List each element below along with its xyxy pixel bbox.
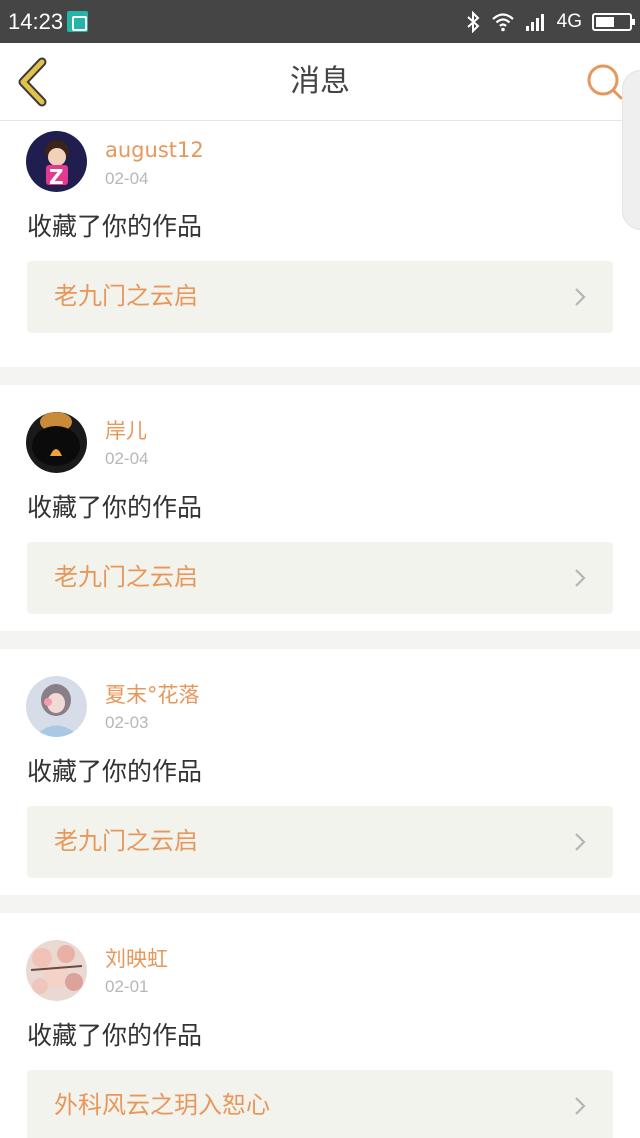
username[interactable]: 岸儿: [105, 418, 147, 444]
divider: [0, 631, 640, 649]
message-date: 02-04: [105, 449, 149, 468]
status-bar: 14:23 4G: [0, 0, 640, 43]
message-card: 岸儿 02-04 收藏了你的作品 老九门之云启: [0, 385, 640, 631]
status-icons: 4G: [465, 8, 635, 36]
avatar[interactable]: [26, 412, 87, 473]
work-link[interactable]: 老九门之云启: [27, 806, 613, 878]
chevron-right-icon: [575, 833, 586, 851]
avatar[interactable]: [26, 940, 87, 1001]
action-text: 收藏了你的作品: [27, 1021, 203, 1050]
divider: [0, 895, 640, 913]
username[interactable]: 刘映虹: [105, 946, 168, 972]
nav-bar: 消息: [0, 43, 640, 121]
message-date: 02-03: [105, 713, 149, 732]
username[interactable]: 夏末°花落: [105, 682, 200, 708]
action-text: 收藏了你的作品: [27, 757, 203, 786]
network-type: 4G: [556, 11, 582, 32]
action-text: 收藏了你的作品: [27, 212, 203, 241]
work-link[interactable]: 老九门之云启: [27, 261, 613, 333]
action-text: 收藏了你的作品: [27, 493, 203, 522]
work-link[interactable]: 外科风云之玥入恕心: [27, 1070, 613, 1138]
battery-icon: [592, 13, 635, 31]
battery-level: [596, 17, 614, 27]
message-list: Z august12 02-04 收藏了你的作品 老九门之云启 岸儿 02-04…: [0, 121, 640, 1138]
chevron-right-icon: [575, 1097, 586, 1115]
divider: [0, 367, 640, 385]
work-link[interactable]: 老九门之云启: [27, 542, 613, 614]
message-card: 夏末°花落 02-03 收藏了你的作品 老九门之云启: [0, 649, 640, 895]
search-icon: [587, 64, 623, 100]
work-title: 老九门之云启: [54, 827, 198, 855]
chevron-right-icon: [575, 569, 586, 587]
floating-side-handle[interactable]: [622, 70, 640, 230]
screenshot-icon: [67, 11, 88, 32]
page-title: 消息: [290, 64, 350, 99]
search-button[interactable]: [584, 61, 626, 103]
bluetooth-icon: [466, 11, 480, 33]
svg-text:Z: Z: [49, 165, 64, 189]
wifi-icon: [491, 13, 514, 32]
status-time: 14:23: [8, 9, 64, 34]
signal-icon: [525, 14, 544, 31]
username[interactable]: august12: [105, 137, 204, 163]
chevron-right-icon: [575, 288, 586, 306]
message-date: 02-01: [105, 977, 149, 996]
work-title: 外科风云之玥入恕心: [54, 1091, 270, 1119]
message-date: 02-04: [105, 169, 149, 188]
message-card: 刘映虹 02-01 收藏了你的作品 外科风云之玥入恕心: [0, 913, 640, 1138]
message-card: Z august12 02-04 收藏了你的作品 老九门之云启: [0, 121, 640, 367]
avatar[interactable]: [26, 676, 87, 737]
work-title: 老九门之云启: [54, 282, 198, 310]
work-title: 老九门之云启: [54, 563, 198, 591]
avatar[interactable]: Z: [26, 131, 87, 192]
